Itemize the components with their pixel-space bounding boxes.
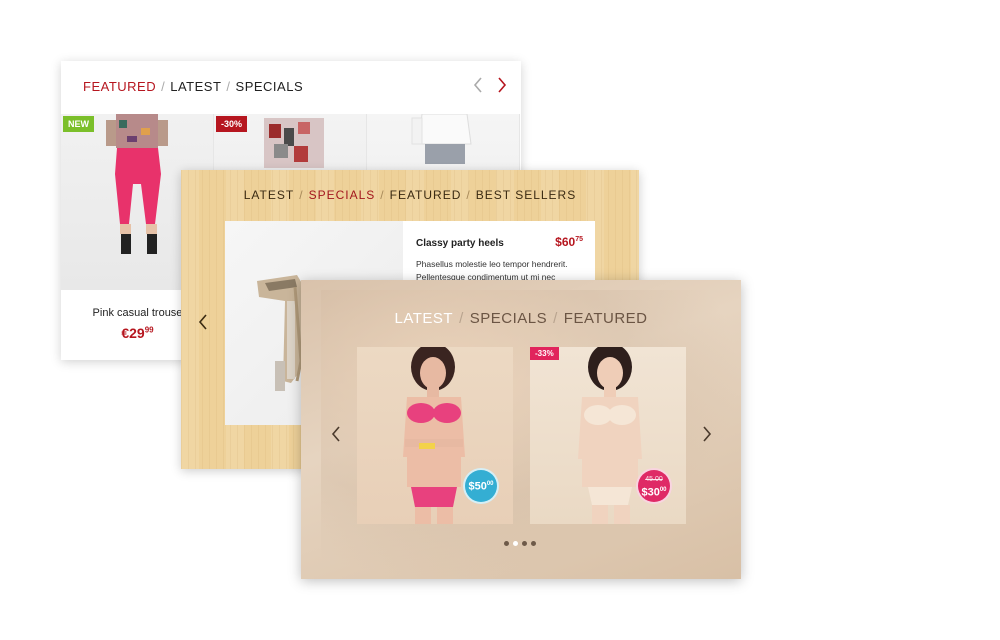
pagination-dot-active[interactable] (513, 541, 518, 546)
chevron-left-icon[interactable] (473, 77, 483, 93)
price: $3000 (641, 485, 666, 499)
tab-featured[interactable]: FEATURED (83, 79, 156, 94)
tab-latest[interactable]: LATEST (244, 188, 294, 202)
new-badge: NEW (63, 116, 94, 132)
price-cents: 99 (144, 325, 154, 335)
tab-latest[interactable]: LATEST (394, 310, 453, 327)
tab-separator: / (553, 310, 558, 327)
tab-separator: / (226, 79, 231, 94)
tab-separator: / (299, 188, 304, 202)
product-card-nude-lingerie[interactable]: -33% 45.00 $3000 (530, 347, 686, 524)
price: $5000 (468, 479, 493, 493)
discount-badge: -30% (216, 116, 248, 132)
price-bubble: 45.00 $3000 (636, 468, 672, 504)
tab-separator: / (459, 310, 464, 327)
chevron-left-icon[interactable] (198, 314, 208, 335)
tab-separator: / (380, 188, 385, 202)
pagination-dot[interactable] (531, 541, 536, 546)
tab-best-sellers[interactable]: BEST SELLERS (476, 188, 577, 202)
chevron-left-icon[interactable] (331, 426, 341, 447)
pagination-dots (504, 541, 536, 546)
tab-separator: / (161, 79, 166, 94)
price-cents: 00 (659, 486, 667, 493)
latest-carousel-card: LATEST / SPECIALS / FEATURED $5000 -33% … (301, 280, 741, 579)
pagination-dot[interactable] (522, 541, 527, 546)
carousel-arrows (473, 77, 507, 93)
tab-latest[interactable]: LATEST (170, 79, 221, 94)
chevron-right-icon[interactable] (702, 426, 712, 447)
product-name[interactable]: Classy party heels (416, 238, 504, 249)
tab-featured[interactable]: FEATURED (564, 310, 648, 327)
tab-specials[interactable]: SPECIALS (309, 188, 376, 202)
tab-bar: LATEST / SPECIALS / FEATURED / BEST SELLERS (181, 188, 639, 202)
price-main: $50 (468, 480, 487, 493)
price-main: $30 (641, 486, 660, 499)
product-header: Classy party heels $6075 (416, 235, 583, 249)
discount-badge: -33% (530, 347, 559, 360)
price-main: €29 (121, 325, 145, 341)
price-cents: 75 (575, 236, 583, 243)
tab-bar: FEATURED / LATEST / SPECIALS (83, 79, 303, 94)
tab-specials[interactable]: SPECIALS (236, 79, 304, 94)
product-card-pink-lingerie[interactable]: $5000 (357, 347, 513, 524)
tab-featured[interactable]: FEATURED (390, 188, 462, 202)
old-price: 45.00 (645, 475, 663, 483)
tab-specials[interactable]: SPECIALS (470, 310, 547, 327)
price-bubble: $5000 (463, 468, 499, 504)
price-main: $60 (555, 235, 576, 249)
chevron-right-icon[interactable] (497, 77, 507, 93)
product-price: $6075 (555, 235, 583, 249)
price-cents: 00 (486, 481, 494, 488)
tab-bar: LATEST / SPECIALS / FEATURED (301, 310, 741, 327)
pagination-dot[interactable] (504, 541, 509, 546)
tab-separator: / (466, 188, 471, 202)
